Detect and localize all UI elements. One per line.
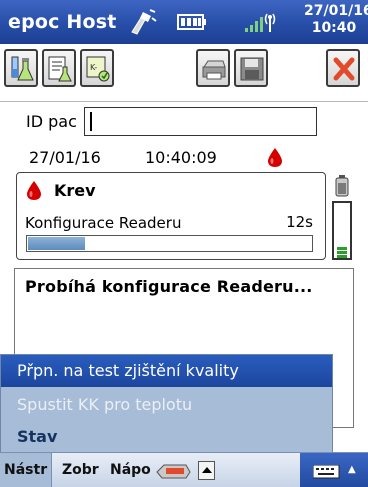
- clock[interactable]: 27/01/16 10:40: [304, 3, 368, 37]
- test-button[interactable]: [4, 49, 38, 87]
- up-arrow-button[interactable]: [198, 461, 215, 480]
- test-icon: [11, 56, 34, 81]
- elapsed-time: 12s: [286, 213, 313, 231]
- up-arrow-icon: [202, 467, 212, 473]
- keyboard-arrow-icon[interactable]: ▲: [348, 464, 356, 475]
- device-button[interactable]: K-: [80, 49, 114, 87]
- menu-item-temperature-qc[interactable]: Spustit KK pro teplotu: [1, 389, 332, 421]
- keyboard-icon[interactable]: [312, 464, 341, 483]
- print-button[interactable]: [196, 49, 230, 87]
- menu-bar: Nástr Zobr Nápo ▲: [0, 452, 368, 487]
- svg-text:K-: K-: [90, 63, 97, 72]
- keyboard-area: ▲: [300, 453, 368, 487]
- toolbar: K-: [0, 44, 368, 102]
- reader-level-indicator: [332, 201, 352, 260]
- connectivity-icon[interactable]: [128, 8, 158, 40]
- message-text: Probíhá konfigurace Readeru...: [25, 277, 313, 296]
- save-button[interactable]: [234, 49, 268, 87]
- progress-fill: [28, 237, 85, 250]
- popup-menu: Přpn. na test zjištění kvality Spustit K…: [0, 354, 333, 454]
- text-caret: [90, 112, 92, 131]
- menu-tab-help[interactable]: Nápo: [106, 453, 155, 487]
- device-icon: K-: [86, 56, 110, 82]
- sample-type-label: Krev: [54, 181, 96, 200]
- card-icon[interactable]: [156, 462, 192, 484]
- reader-battery-icon: [335, 175, 349, 201]
- battery-icon[interactable]: [177, 12, 207, 36]
- title-bar: epoc Host 27/01/16 10:40: [0, 0, 368, 44]
- save-icon: [240, 57, 264, 81]
- test-status-panel: Krev Konfigurace Readeru 12s: [16, 172, 326, 260]
- menu-item-qc-test[interactable]: Přpn. na test zjištění kvality: [1, 355, 332, 387]
- close-icon: [333, 57, 355, 81]
- patient-id-label: ID pac: [26, 112, 77, 131]
- signal-icon[interactable]: [243, 10, 277, 38]
- app-title: epoc Host: [8, 11, 117, 33]
- print-icon: [202, 60, 226, 80]
- clock-date: 27/01/16: [304, 3, 368, 19]
- test-date: 27/01/16: [29, 148, 101, 167]
- menu-tab-tools[interactable]: Nástr: [0, 453, 53, 487]
- clock-time: 10:40: [311, 20, 357, 36]
- patient-id-input[interactable]: [84, 107, 317, 136]
- status-text: Konfigurace Readeru: [25, 214, 182, 232]
- test-time: 10:40:09: [145, 148, 217, 167]
- progress-bar: [26, 235, 313, 252]
- sample-blood-icon: [26, 180, 42, 205]
- close-button[interactable]: [326, 49, 360, 87]
- results-button[interactable]: [42, 49, 76, 87]
- blood-drop-icon: [267, 147, 283, 172]
- menu-item-status[interactable]: Stav: [1, 421, 332, 453]
- results-icon: [48, 56, 72, 82]
- menu-tab-view[interactable]: Zobr: [58, 453, 103, 487]
